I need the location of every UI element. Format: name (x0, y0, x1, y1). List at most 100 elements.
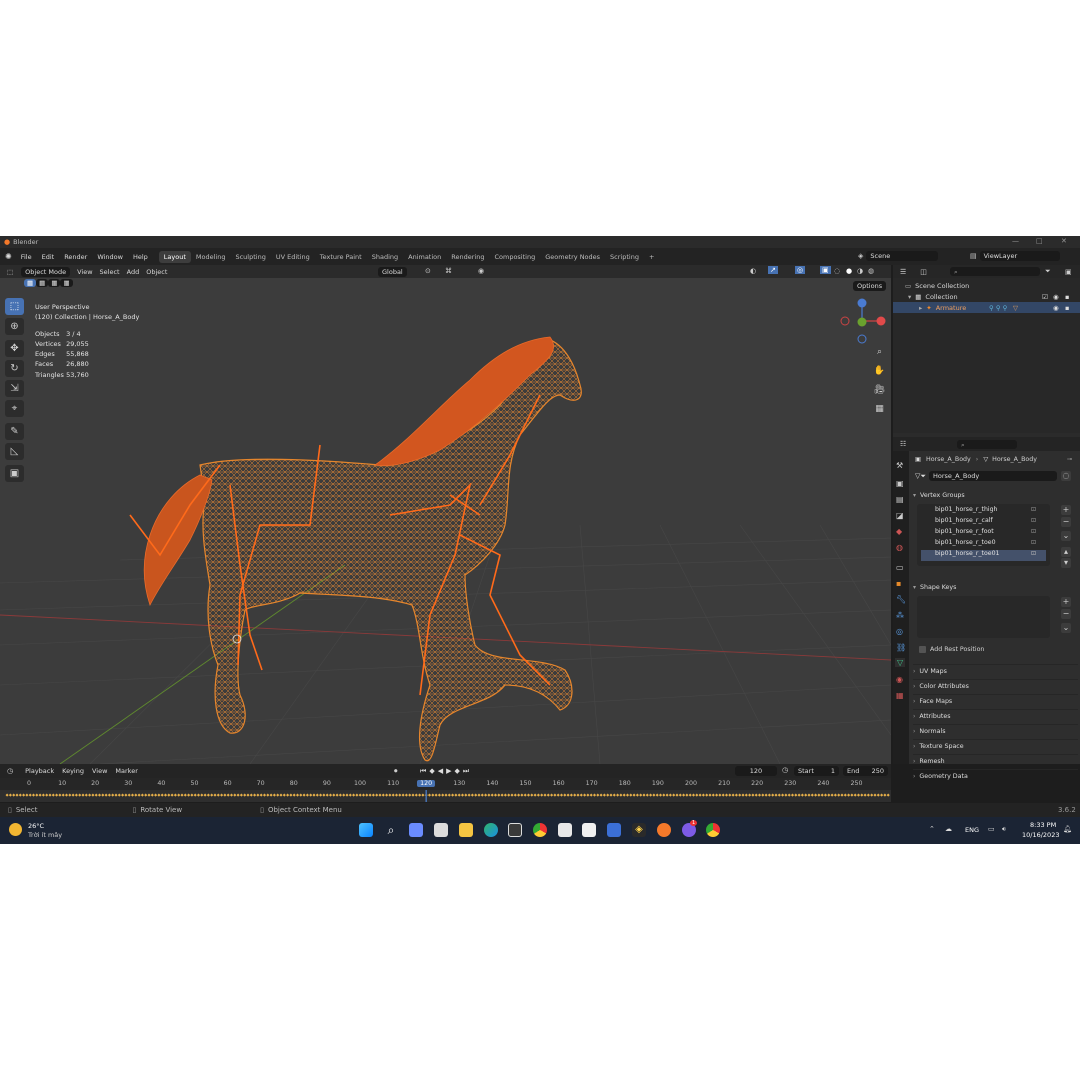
keyframe-marker[interactable] (107, 793, 111, 797)
keyframe-marker[interactable] (454, 793, 458, 797)
keyframe-marker[interactable] (220, 793, 224, 797)
keying-menu[interactable]: Keying (58, 766, 88, 776)
keyframe-marker[interactable] (183, 793, 187, 797)
annotate-tool-icon[interactable]: ✎ (5, 423, 24, 440)
keyframe-marker[interactable] (566, 793, 570, 797)
keyframe-marker[interactable] (81, 793, 85, 797)
scene-selector[interactable]: ◈ Scene (858, 251, 939, 261)
viewlayer-selector[interactable]: ▤ ViewLayer (970, 251, 1060, 261)
material-shading-icon[interactable]: ◑ (857, 267, 863, 275)
keyframe-marker[interactable] (569, 793, 573, 797)
add-cube-tool-icon[interactable]: ▣ (5, 465, 24, 482)
timeline-view-menu[interactable]: View (88, 766, 111, 776)
keyframe-marker[interactable] (444, 793, 448, 797)
keyframe-marker[interactable] (493, 793, 498, 797)
keyframe-marker[interactable] (140, 793, 144, 797)
keyframe-marker[interactable] (187, 793, 191, 797)
camera-icon[interactable]: ▪ (1065, 293, 1069, 301)
remove-vertex-group-icon[interactable]: − (1061, 517, 1071, 527)
keyframe-marker[interactable] (711, 793, 715, 797)
chrome-profile-icon[interactable] (706, 823, 720, 837)
keyframe-marker[interactable] (751, 793, 755, 797)
keyframe-marker[interactable] (655, 793, 659, 797)
keyframe-marker[interactable] (790, 793, 795, 797)
tab-modeling[interactable]: Modeling (191, 251, 231, 263)
keyframe-marker[interactable] (771, 793, 775, 797)
preview-range-icon[interactable]: ◷ (782, 766, 788, 774)
keyframe-marker[interactable] (540, 793, 544, 797)
keyframe-marker[interactable] (523, 793, 527, 797)
keyframe-marker[interactable] (312, 793, 316, 797)
keyframe-marker[interactable] (38, 793, 42, 797)
snap-icon[interactable]: ⌘ (445, 267, 452, 275)
tab-scripting[interactable]: Scripting (605, 251, 644, 263)
keyframe-marker[interactable] (8, 793, 12, 797)
section-geometry-data[interactable]: › Geometry Data (913, 769, 1078, 782)
minimize-button[interactable]: — (1012, 237, 1019, 245)
mesh-datablock-icon[interactable]: ▽⏷ (915, 472, 926, 481)
keyframe-marker[interactable] (662, 793, 666, 797)
keyframe-marker[interactable] (431, 793, 435, 797)
keyframe-marker[interactable] (259, 793, 263, 797)
shape-keys-header[interactable]: ▾ Shape Keys (913, 581, 1078, 594)
keyframe-marker[interactable] (639, 793, 643, 797)
keyframe-marker[interactable] (200, 793, 204, 797)
keyframe-marker[interactable] (460, 793, 465, 797)
keyframe-marker[interactable] (497, 793, 501, 797)
store-icon[interactable] (558, 823, 572, 837)
keyframe-marker[interactable] (411, 793, 415, 797)
keyframe-marker[interactable] (233, 793, 237, 797)
keyframe-marker[interactable] (777, 793, 781, 797)
section-attributes[interactable]: › Attributes (913, 709, 1078, 722)
world-tab-icon[interactable]: ◍ (896, 543, 903, 552)
widgets-icon[interactable] (409, 823, 423, 837)
keyframe-marker[interactable] (886, 793, 890, 797)
keyframe-marker[interactable] (477, 793, 481, 797)
keyframe-marker[interactable] (451, 793, 455, 797)
keyframe-marker[interactable] (510, 793, 514, 797)
keyframe-marker[interactable] (137, 793, 141, 797)
keyframe-marker[interactable] (464, 793, 468, 797)
measure-tool-icon[interactable]: ◺ (5, 443, 24, 460)
keyframe-marker[interactable] (682, 793, 686, 797)
transform-orientation-dropdown[interactable]: Global (378, 267, 407, 277)
keyframe-marker[interactable] (342, 793, 346, 797)
keyframe-marker[interactable] (289, 793, 293, 797)
keyframe-marker[interactable] (167, 793, 171, 797)
keyframe-marker[interactable] (744, 793, 748, 797)
keyframe-marker[interactable] (365, 793, 369, 797)
weather-icon[interactable] (9, 823, 22, 836)
keyframe-marker[interactable] (25, 793, 29, 797)
keyframe-marker[interactable] (236, 793, 240, 797)
keyframe-marker[interactable] (58, 793, 62, 797)
keyframe-marker[interactable] (612, 793, 616, 797)
keyframe-marker[interactable] (830, 793, 834, 797)
keyframe-marker[interactable] (223, 793, 227, 797)
object-tab-icon[interactable]: ▪ (896, 579, 901, 588)
keyframe-marker[interactable] (91, 793, 95, 797)
keyframe-marker[interactable] (246, 793, 250, 797)
keyframe-marker[interactable] (629, 793, 633, 797)
keyframe-marker[interactable] (447, 793, 451, 797)
marker-menu[interactable]: Marker (111, 766, 141, 776)
keyframe-marker[interactable] (381, 793, 385, 797)
keyframe-marker[interactable] (625, 793, 630, 797)
end-frame-field[interactable]: End 250 (843, 766, 888, 776)
keyframe-marker[interactable] (774, 793, 778, 797)
outliner-search-input[interactable]: ⌕ (950, 267, 1040, 276)
keyframe-marker[interactable] (272, 793, 276, 797)
keyframe-marker[interactable] (239, 793, 243, 797)
keyframe-marker[interactable] (150, 793, 154, 797)
keyframe-marker[interactable] (847, 793, 851, 797)
camera-icon[interactable]: ▪ (1065, 304, 1069, 312)
keyframe-marker[interactable] (229, 793, 234, 797)
fake-user-icon[interactable]: ◌ (1060, 471, 1071, 481)
move-tool-icon[interactable]: ✥ (5, 340, 24, 357)
select-menu[interactable]: Select (100, 268, 120, 276)
keyframe-marker[interactable] (315, 793, 319, 797)
eye-icon[interactable]: ◉ (1053, 293, 1059, 301)
keyframe-marker[interactable] (536, 793, 540, 797)
keyframe-marker[interactable] (269, 793, 273, 797)
keyframe-marker[interactable] (550, 793, 554, 797)
keyframe-marker[interactable] (5, 793, 9, 797)
